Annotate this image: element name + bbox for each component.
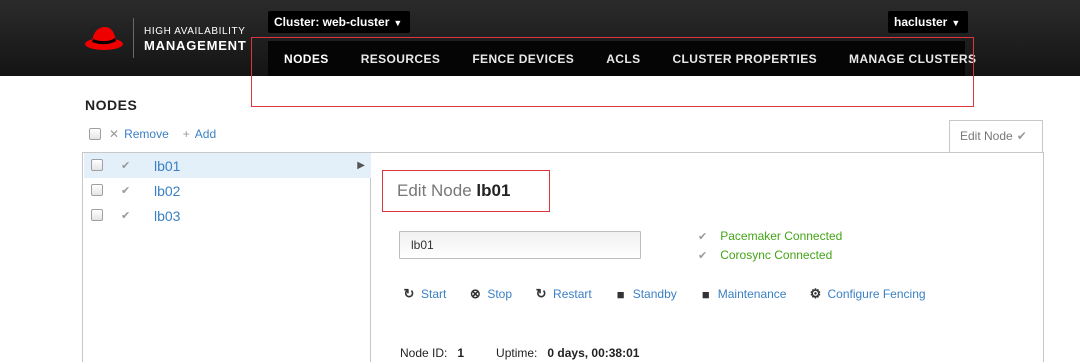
check-icon: ✔ xyxy=(1016,129,1027,143)
check-icon: ✔ xyxy=(698,249,708,262)
start-button[interactable]: ↻ Start xyxy=(402,286,447,302)
chevron-right-icon: ▶ xyxy=(357,160,365,171)
edit-heading-prefix: Edit Node xyxy=(397,181,472,200)
tab-edit-node-label: Edit Node xyxy=(960,129,1013,143)
list-toolbar: ✕ Remove + Add xyxy=(89,127,216,141)
remove-x-icon: ✕ xyxy=(109,127,120,141)
caret-down-icon: ▼ xyxy=(951,17,961,28)
stop-button[interactable]: ⊗ Stop xyxy=(468,286,512,302)
user-dropdown[interactable]: hacluster ▼ xyxy=(888,11,969,33)
maintenance-button[interactable]: ■ Maintenance xyxy=(699,287,787,302)
row-checkbox[interactable] xyxy=(91,184,103,196)
standby-button[interactable]: ■ Standby xyxy=(614,287,677,302)
start-label: Start xyxy=(421,287,447,301)
node-name: lb01 xyxy=(154,157,181,174)
node-info: Node ID: 1 Uptime: 0 days, 00:38:01 xyxy=(400,346,671,360)
node-name: lb03 xyxy=(154,207,181,224)
user-dropdown-label: hacluster xyxy=(894,15,948,29)
cluster-dropdown[interactable]: Cluster: web-cluster ▼ xyxy=(268,11,411,33)
node-id-label: Node ID: xyxy=(400,346,448,360)
row-checkbox[interactable] xyxy=(91,159,103,171)
uptime-value: 0 days, 00:38:01 xyxy=(547,346,640,360)
maintenance-label: Maintenance xyxy=(717,287,787,301)
brand-line-1: HIGH AVAILABILITY xyxy=(144,26,246,37)
configure-fencing-button[interactable]: ⚙ Configure Fencing xyxy=(808,286,926,302)
uptime-label: Uptime: xyxy=(496,346,538,360)
refresh-icon: ↻ xyxy=(535,286,547,301)
nav-highlight-box xyxy=(251,37,974,107)
list-item[interactable]: ✔ lb01 ▶ xyxy=(84,153,371,178)
edit-node-heading: Edit Node lb01 xyxy=(397,181,510,201)
restart-button[interactable]: ↻ Restart xyxy=(534,286,592,302)
check-icon: ✔ xyxy=(698,230,708,243)
node-list: ✔ lb01 ▶ ✔ lb02 ✔ lb03 xyxy=(82,153,371,362)
standby-label: Standby xyxy=(632,287,677,301)
stop-circle-icon: ⊗ xyxy=(469,286,481,301)
row-checkbox[interactable] xyxy=(91,209,103,221)
brand-line-2: MANAGEMENT xyxy=(144,38,247,53)
list-item[interactable]: ✔ lb02 xyxy=(84,178,371,203)
check-icon: ✔ xyxy=(121,185,131,197)
restart-label: Restart xyxy=(553,287,592,301)
stop-label: Stop xyxy=(487,287,513,301)
select-all-checkbox[interactable] xyxy=(89,128,101,140)
remove-button[interactable]: ✕ Remove xyxy=(109,127,169,141)
corosync-status-label: Corosync Connected xyxy=(720,248,833,262)
remove-label: Remove xyxy=(124,127,169,141)
refresh-icon: ↻ xyxy=(403,286,415,301)
cluster-dropdown-label: Cluster: web-cluster xyxy=(274,15,390,29)
redhat-logo-icon xyxy=(85,27,123,50)
panel-right-border xyxy=(1043,153,1044,362)
server-icon: ■ xyxy=(616,286,625,302)
pacemaker-status-label: Pacemaker Connected xyxy=(720,229,843,243)
pacemaker-status: ✔ Pacemaker Connected xyxy=(698,229,842,243)
plus-icon: + xyxy=(182,127,190,141)
gear-icon: ⚙ xyxy=(809,286,822,301)
add-label: Add xyxy=(194,127,217,141)
node-actions: ↻ Start ⊗ Stop ↻ Restart ■ Standby ■ Mai… xyxy=(402,286,948,302)
list-item[interactable]: ✔ lb03 xyxy=(84,203,371,228)
check-icon: ✔ xyxy=(121,210,131,222)
node-id-value: 1 xyxy=(457,346,465,360)
caret-down-icon: ▼ xyxy=(393,17,403,28)
page-title: NODES xyxy=(85,97,138,113)
configure-fencing-label: Configure Fencing xyxy=(827,287,926,301)
logo-divider xyxy=(133,18,134,58)
add-button[interactable]: + Add xyxy=(183,127,216,141)
edit-heading-node: lb01 xyxy=(476,181,511,200)
check-icon: ✔ xyxy=(121,160,131,172)
corosync-status: ✔ Corosync Connected xyxy=(698,248,832,262)
tab-edit-node[interactable]: Edit Node ✔ xyxy=(949,120,1043,153)
server-icon: ■ xyxy=(701,286,710,302)
node-name-input[interactable] xyxy=(399,231,641,259)
node-name: lb02 xyxy=(154,182,181,199)
